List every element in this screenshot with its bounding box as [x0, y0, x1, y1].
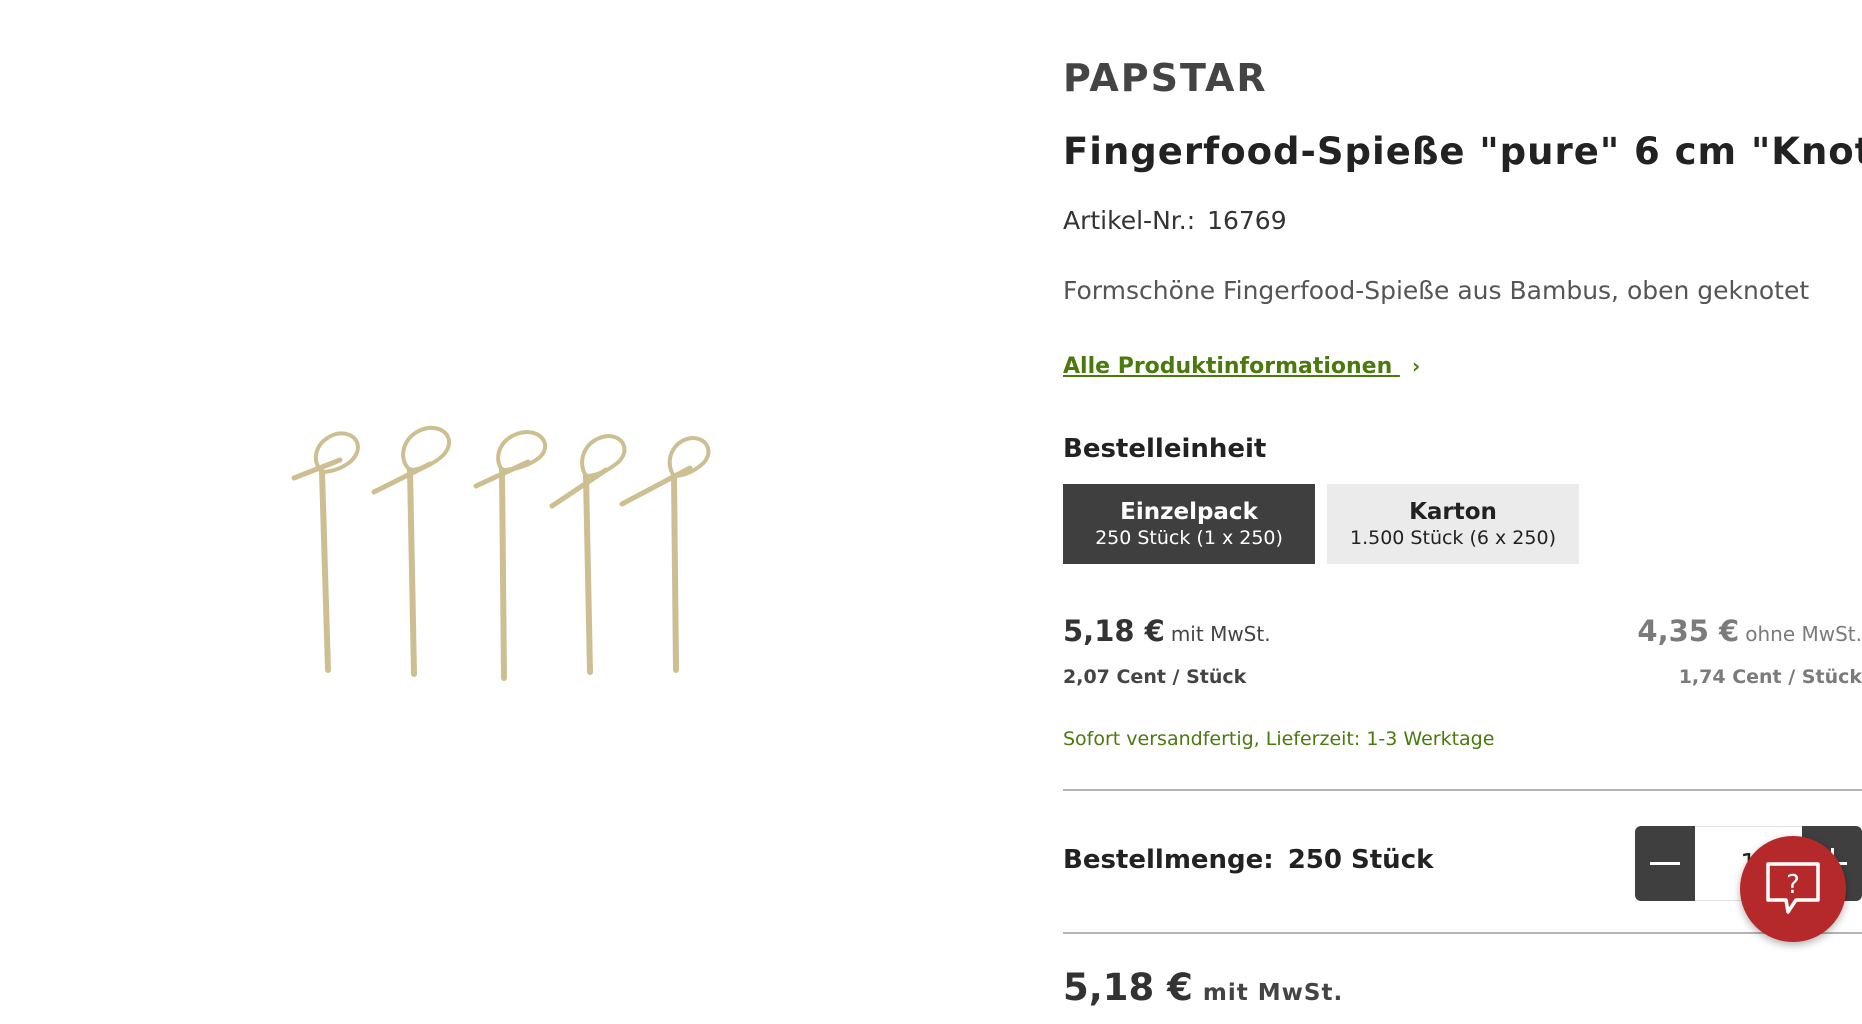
order-quantity-amount: 250 Stück: [1287, 845, 1434, 875]
short-description: Formschöne Fingerfood-Spieße aus Bambus,…: [1063, 276, 1810, 305]
divider: [1063, 932, 1862, 934]
availability-status: Sofort versandfertig, Lieferzeit: 1-3 We…: [1063, 728, 1495, 750]
skewer-4: [549, 434, 627, 675]
brand-name[interactable]: PAPSTAR: [1063, 56, 1268, 100]
gross-unit-price: 2,07 Cent / Stück: [1063, 666, 1247, 688]
gross-price-amount: 5,18 €: [1063, 614, 1165, 648]
chevron-right-icon: ›: [1411, 354, 1421, 378]
all-product-info-label[interactable]: Alle Produktinformationen: [1063, 354, 1392, 379]
product-page: PAPSTAR Fingerfood-Spieße "pure" 6 cm "K…: [0, 0, 1862, 1024]
skewer-1: [291, 431, 360, 673]
all-product-info-link[interactable]: Alle Produktinformationen ›: [1063, 354, 1420, 379]
skewer-2: [371, 425, 452, 677]
total-price-suffix: mit MwSt.: [1202, 980, 1344, 1006]
order-quantity-label: Bestellmenge:: [1063, 845, 1274, 875]
svg-text:?: ?: [1786, 870, 1800, 900]
article-number-value: 16769: [1207, 206, 1287, 235]
product-image[interactable]: [280, 420, 730, 690]
net-price: 4,35 € ohne MwSt.: [1637, 614, 1862, 648]
order-unit-option-subtitle: 250 Stück (1 x 250): [1095, 527, 1283, 549]
minus-icon: [1650, 862, 1680, 865]
order-quantity: Bestellmenge: 250 Stück: [1063, 845, 1433, 875]
gross-price: 5,18 € mit MwSt.: [1063, 614, 1271, 648]
order-unit-option-einzelpack[interactable]: Einzelpack 250 Stück (1 x 250): [1063, 484, 1315, 564]
order-unit-option-subtitle: 1.500 Stück (6 x 250): [1350, 527, 1556, 549]
gross-price-suffix: mit MwSt.: [1170, 622, 1271, 646]
total-price: 5,18 € mit MwSt.: [1063, 966, 1343, 1009]
skewer-5: [619, 436, 711, 673]
total-price-amount: 5,18 €: [1063, 966, 1193, 1009]
divider: [1063, 789, 1862, 791]
net-price-amount: 4,35 €: [1637, 614, 1740, 648]
skewer-3: [473, 430, 548, 681]
order-unit-heading: Bestelleinheit: [1063, 434, 1267, 464]
help-chat-button[interactable]: ?: [1740, 836, 1846, 942]
net-unit-price: 1,74 Cent / Stück: [1678, 666, 1862, 688]
product-title: Fingerfood-Spieße "pure" 6 cm "Knoten": [1063, 130, 1862, 173]
net-price-suffix: ohne MwSt.: [1745, 622, 1862, 646]
article-number-label: Artikel-Nr.:: [1063, 206, 1196, 235]
order-unit-option-karton[interactable]: Karton 1.500 Stück (6 x 250): [1327, 484, 1579, 564]
article-number: Artikel-Nr.: 16769: [1063, 206, 1287, 235]
product-gallery: [0, 0, 1000, 1024]
help-question-icon: ?: [1766, 862, 1820, 914]
order-unit-option-title: Karton: [1409, 499, 1497, 525]
order-unit-option-title: Einzelpack: [1120, 499, 1258, 525]
decrease-quantity-button[interactable]: [1635, 826, 1695, 901]
